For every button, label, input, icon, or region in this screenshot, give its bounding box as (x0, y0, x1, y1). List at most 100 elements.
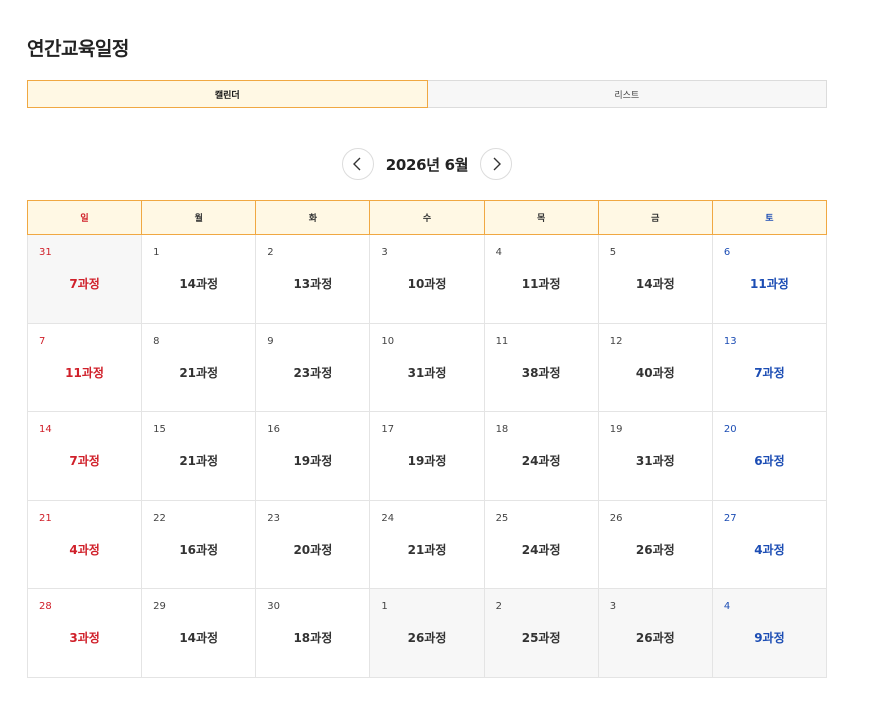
course-count-link[interactable]: 26과정 (599, 629, 712, 646)
course-count-link[interactable]: 11과정 (28, 364, 141, 381)
calendar-day-cell[interactable]: 25 24과정 (483, 499, 599, 590)
course-count-link[interactable]: 11과정 (485, 275, 598, 292)
day-number: 5 (609, 247, 617, 258)
day-number: 9 (267, 335, 274, 347)
calendar-day-cell[interactable]: 15 21과정 (141, 411, 257, 501)
calendar-day-cell[interactable]: 13 7과정 (711, 322, 828, 413)
calendar-day-cell[interactable]: 9 23과정 (255, 322, 371, 413)
calendar-day-cell[interactable]: 29 14과정 (141, 588, 257, 678)
calendar-day-cell[interactable]: 3 10과정 (369, 234, 485, 324)
tab-calendar[interactable]: 캘린더 (27, 80, 428, 108)
weekday-friday: 금 (597, 200, 713, 235)
calendar-day-cell[interactable]: 5 14과정 (597, 234, 713, 324)
day-number: 15 (153, 424, 166, 436)
calendar-day-cell[interactable]: 2 25과정 (483, 588, 599, 678)
calendar-day-cell[interactable]: 12 40과정 (597, 322, 713, 413)
calendar-day-cell[interactable]: 31 7과정 (26, 234, 143, 324)
calendar-day-cell[interactable]: 30 18과정 (255, 588, 371, 678)
course-count-link[interactable]: 40과정 (599, 364, 712, 381)
course-count-link[interactable]: 14과정 (142, 275, 255, 292)
calendar-day-cell[interactable]: 20 6과정 (711, 411, 828, 501)
course-count-link[interactable]: 11과정 (713, 275, 826, 292)
day-number: 7 (39, 335, 46, 347)
calendar-day-cell[interactable]: 21 4과정 (26, 499, 143, 590)
course-count-link[interactable]: 20과정 (256, 541, 369, 558)
calendar-day-cell[interactable]: 1 26과정 (369, 588, 485, 678)
calendar-day-cell[interactable]: 3 26과정 (597, 588, 713, 678)
calendar-day-cell[interactable]: 19 31과정 (597, 411, 713, 501)
weekday-monday: 월 (141, 200, 257, 235)
course-count-link[interactable]: 7과정 (28, 452, 141, 469)
course-count-link[interactable]: 31과정 (599, 452, 712, 469)
day-number: 3 (609, 601, 617, 613)
calendar-day-cell[interactable]: 23 20과정 (255, 499, 371, 590)
course-count-link[interactable]: 21과정 (370, 541, 483, 558)
day-number: 28 (39, 601, 52, 613)
course-count-link[interactable]: 25과정 (485, 629, 598, 646)
course-count-link[interactable]: 38과정 (485, 364, 598, 381)
day-number: 24 (381, 512, 395, 524)
calendar-day-cell[interactable]: 28 3과정 (26, 588, 143, 678)
calendar-day-cell[interactable]: 17 19과정 (369, 411, 485, 501)
day-number: 2 (267, 247, 274, 258)
course-count-link[interactable]: 24과정 (485, 541, 598, 558)
calendar-day-cell[interactable]: 6 11과정 (711, 234, 828, 324)
course-count-link[interactable]: 21과정 (142, 364, 255, 381)
calendar-day-cell[interactable]: 11 38과정 (483, 322, 599, 413)
course-count-link[interactable]: 23과정 (256, 364, 369, 381)
calendar-day-cell[interactable]: 1 14과정 (141, 234, 257, 324)
calendar-week-row: 31 7과정 1 14과정 2 13과정 3 10과정 4 11과정 5 14과정 6 11과정 (26, 234, 828, 324)
day-number: 4 (495, 247, 502, 258)
calendar-day-cell[interactable]: 18 24과정 (483, 411, 599, 501)
course-count-link[interactable]: 10과정 (370, 275, 483, 292)
weekday-wednesday: 수 (369, 200, 485, 235)
day-number: 26 (609, 512, 623, 524)
course-count-link[interactable]: 14과정 (142, 629, 255, 646)
course-count-link[interactable]: 3과정 (28, 629, 141, 646)
course-count-link[interactable]: 19과정 (256, 452, 369, 469)
calendar-day-cell[interactable]: 27 4과정 (711, 499, 828, 590)
prev-month-button[interactable] (341, 148, 374, 180)
calendar-week-row: 14 7과정 15 21과정 16 19과정 17 19과정 18 24과정 19 31과정 20 6과정 (26, 411, 828, 501)
day-number: 27 (723, 512, 737, 524)
day-number: 31 (39, 247, 52, 258)
calendar-day-cell[interactable]: 26 26과정 (597, 499, 713, 590)
calendar-day-cell[interactable]: 4 11과정 (483, 234, 599, 324)
calendar-day-cell[interactable]: 14 7과정 (26, 411, 143, 501)
day-number: 22 (153, 512, 166, 524)
course-count-link[interactable]: 18과정 (256, 629, 369, 646)
course-count-link[interactable]: 7과정 (713, 364, 826, 381)
course-count-link[interactable]: 9과정 (713, 629, 826, 646)
calendar-day-cell[interactable]: 7 11과정 (26, 322, 143, 413)
calendar-day-cell[interactable]: 8 21과정 (141, 322, 257, 413)
day-number: 14 (39, 424, 52, 436)
course-count-link[interactable]: 26과정 (599, 541, 712, 558)
page-title: 연간교육일정 (27, 38, 129, 60)
calendar-day-cell[interactable]: 10 31과정 (369, 322, 485, 413)
course-count-link[interactable]: 13과정 (256, 275, 369, 292)
course-count-link[interactable]: 4과정 (28, 541, 141, 558)
course-count-link[interactable]: 26과정 (370, 629, 483, 646)
calendar-day-cell[interactable]: 4 9과정 (711, 588, 828, 678)
calendar-day-cell[interactable]: 24 21과정 (369, 499, 485, 590)
course-count-link[interactable]: 21과정 (142, 452, 255, 469)
course-count-link[interactable]: 7과정 (28, 275, 141, 292)
course-count-link[interactable]: 24과정 (485, 452, 598, 469)
weekday-saturday: 토 (711, 200, 828, 235)
calendar-day-cell[interactable]: 16 19과정 (255, 411, 371, 501)
course-count-link[interactable]: 4과정 (713, 541, 826, 558)
next-month-button[interactable] (480, 148, 513, 180)
day-number: 2 (495, 601, 502, 613)
calendar-day-cell[interactable]: 22 16과정 (141, 499, 257, 590)
day-number: 8 (153, 335, 160, 347)
course-count-link[interactable]: 31과정 (370, 364, 483, 381)
tab-list[interactable]: 리스트 (427, 80, 827, 108)
month-label: 2026년 6월 (385, 155, 469, 174)
calendar-day-cell[interactable]: 2 13과정 (255, 234, 371, 324)
day-number: 29 (153, 601, 166, 613)
course-count-link[interactable]: 6과정 (713, 452, 826, 469)
course-count-link[interactable]: 14과정 (599, 275, 712, 292)
day-number: 16 (267, 424, 281, 436)
course-count-link[interactable]: 19과정 (370, 452, 483, 469)
course-count-link[interactable]: 16과정 (142, 541, 255, 558)
